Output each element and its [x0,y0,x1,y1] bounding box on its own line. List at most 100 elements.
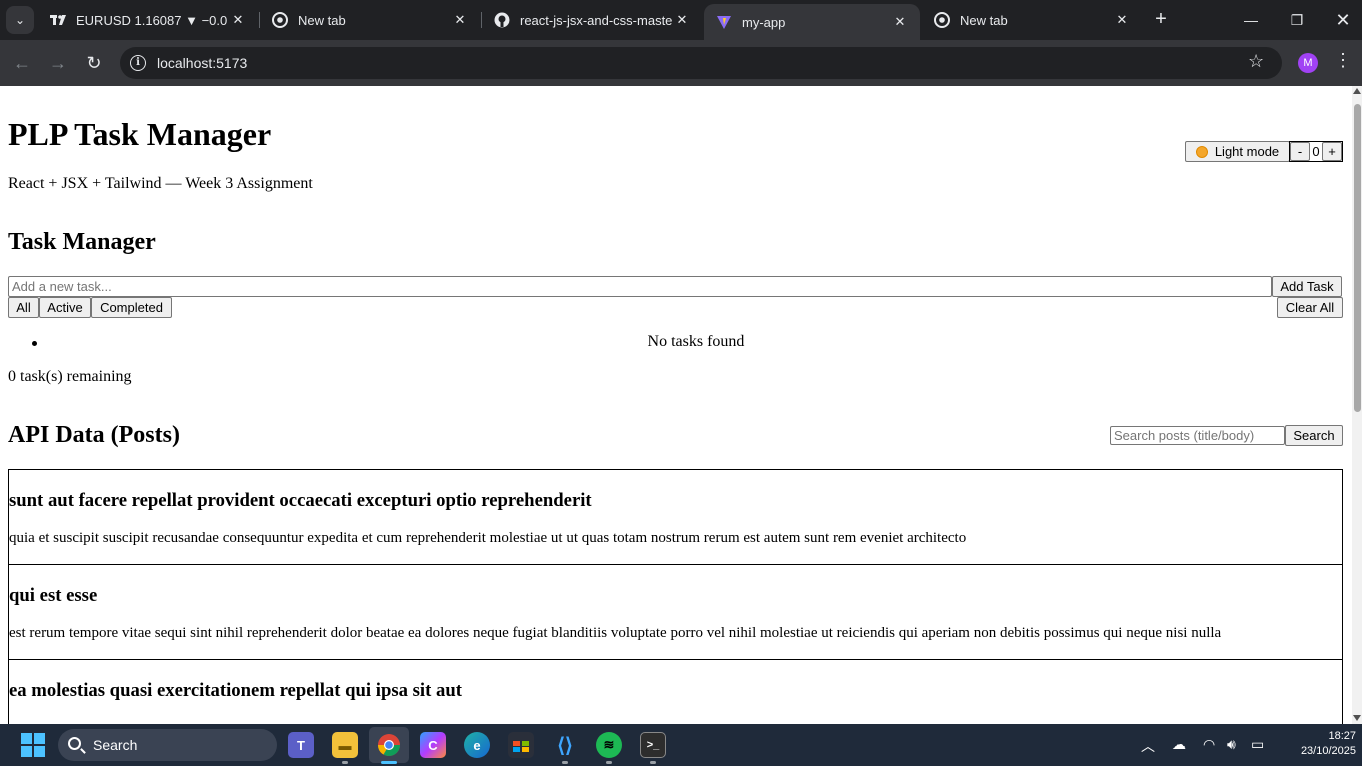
post-search-input[interactable]: Search posts (title/body) [1110,426,1285,445]
chevron-up-icon[interactable]: ︿ [1141,736,1155,756]
browser-toolbar: ← → ↻ i localhost:5173 ☆ [0,40,1362,86]
page-subtitle: React + JSX + Tailwind — Week 3 Assignme… [8,175,313,192]
clock-time: 18:27 [1328,730,1356,742]
arrow-right-icon: → [49,52,67,73]
filter-all-button[interactable]: All [8,297,39,318]
tab-new-tab-2[interactable]: New tab ✕ [922,0,1142,40]
profile-avatar[interactable]: M [1298,53,1318,73]
close-window-button[interactable]: ✕ [1320,0,1362,40]
tab-strip: ⌄ EURUSD 1.16087 ▼ −0.01% ✕ New tab ✕ re… [0,0,1362,40]
close-tab-icon[interactable]: ✕ [672,12,692,28]
post-title: ea molestias quasi exercitationem repell… [9,680,462,701]
taskbar-search[interactable]: Search [58,729,277,761]
battery-icon[interactable]: ▭ [1251,736,1264,753]
close-tab-icon[interactable]: ✕ [1112,12,1132,28]
taskbar: Search T ▬ C e ⟨⟩ ≋ >_ ︿ ☁ ◠ 🔊︎ ▭ 18:27 … [0,724,1362,766]
browser-menu-icon[interactable]: ⋮ [1334,50,1352,71]
page-title: PLP Task Manager [8,116,272,152]
back-button[interactable]: ← [8,49,36,77]
scroll-up-icon[interactable] [1353,88,1361,94]
tab-title: New tab [298,12,346,28]
clock[interactable]: 18:27 23/10/2025 [1300,729,1356,759]
restore-button[interactable]: ❐ [1274,0,1320,40]
vite-icon [716,14,732,30]
minimize-icon: — [1244,12,1258,28]
tradingview-icon [50,12,66,28]
increment-button[interactable]: + [1322,142,1342,161]
teams-icon[interactable]: T [288,732,314,758]
empty-message: No tasks found [647,333,745,350]
tab-title: my-app [742,14,786,30]
clock-date: 23/10/2025 [1300,745,1356,757]
url-text[interactable]: localhost:5173 [157,55,247,71]
bookmark-star-icon[interactable]: ☆ [1248,51,1264,72]
volume-icon[interactable]: 🔊︎ [1227,736,1236,753]
tab-title: react-js-jsx-and-css-masterin [520,12,672,28]
tab-new-tab-1[interactable]: New tab ✕ [260,0,480,40]
arrow-left-icon: ← [13,52,31,73]
counter: - 0 + [1289,141,1343,162]
decrement-button[interactable]: - [1290,142,1310,161]
post-title: qui est esse [9,585,98,606]
page-scrollbar[interactable] [1352,86,1362,724]
scroll-thumb[interactable] [1354,104,1361,412]
tab-eurusd[interactable]: EURUSD 1.16087 ▼ −0.01% ✕ [38,0,258,40]
api-heading: API Data (Posts) [8,422,180,448]
close-icon: ✕ [1335,9,1351,30]
post-body: est rerum tempore vitae sequi sint nihil… [9,625,1222,641]
page-viewport: PLP Task Manager React + JSX + Tailwind … [0,86,1352,724]
new-tab-button[interactable]: + [1150,8,1172,30]
remaining-count: 0 task(s) remaining [8,368,132,385]
tab-my-app[interactable]: my-app ✕ [704,4,920,40]
close-tab-icon[interactable]: ✕ [890,14,910,30]
post-card: ea molestias quasi exercitationem repell… [8,659,1343,724]
close-tab-icon[interactable]: ✕ [228,12,248,28]
task-manager-heading: Task Manager [8,229,156,255]
edge-icon[interactable]: e [464,732,490,758]
vscode-icon[interactable]: ⟨⟩ [552,732,578,758]
clear-all-button[interactable]: Clear All [1277,297,1343,318]
post-body: quia et suscipit suscipit recusandae con… [9,530,967,546]
copilot-icon[interactable]: C [420,732,446,758]
add-task-button[interactable]: Add Task [1272,276,1342,297]
forward-button[interactable]: → [44,49,72,77]
spotify-icon[interactable]: ≋ [596,732,622,758]
reload-button[interactable]: ↻ [80,49,108,77]
post-title: sunt aut facere repellat provident occae… [9,490,592,511]
taskbar-search-label: Search [93,737,138,753]
tab-title: New tab [960,12,1008,28]
post-card: qui est esse est rerum tempore vitae seq… [8,564,1343,660]
minimize-button[interactable]: — [1228,0,1274,40]
windows-start-icon[interactable] [21,733,45,757]
file-explorer-icon[interactable]: ▬ [332,732,358,758]
tab-search-button[interactable]: ⌄ [6,6,34,34]
terminal-icon[interactable]: >_ [640,732,666,758]
post-card: sunt aut facere repellat provident occae… [8,469,1343,565]
bullet [32,341,37,346]
counter-value: 0 [1310,142,1322,161]
close-tab-icon[interactable]: ✕ [450,12,470,28]
chrome-taskbar-icon[interactable] [369,727,409,763]
search-button[interactable]: Search [1285,425,1343,446]
theme-toggle-label: Light mode [1214,144,1280,159]
github-icon [494,12,510,28]
theme-toggle-button[interactable]: Light mode [1185,141,1290,162]
address-bar[interactable]: i localhost:5173 ☆ [120,47,1282,79]
search-icon [68,737,81,750]
sun-icon [1195,145,1208,158]
chrome-icon [272,12,288,28]
tab-title: EURUSD 1.16087 ▼ −0.01% [76,12,228,28]
reload-icon: ↻ [86,52,102,73]
filter-completed-button[interactable]: Completed [91,297,172,318]
filter-active-button[interactable]: Active [39,297,91,318]
site-info-icon[interactable]: i [130,55,146,71]
new-task-input[interactable]: Add a new task... [8,276,1272,297]
chevron-down-icon: ⌄ [14,13,26,27]
wifi-icon[interactable]: ◠ [1203,736,1215,753]
list-item: No tasks found [32,333,1352,351]
scroll-down-icon[interactable] [1353,715,1361,721]
microsoft-store-icon[interactable] [508,732,534,758]
restore-icon: ❐ [1290,11,1304,28]
onedrive-icon[interactable]: ☁ [1172,736,1186,753]
tab-github[interactable]: react-js-jsx-and-css-masterin ✕ [482,0,702,40]
